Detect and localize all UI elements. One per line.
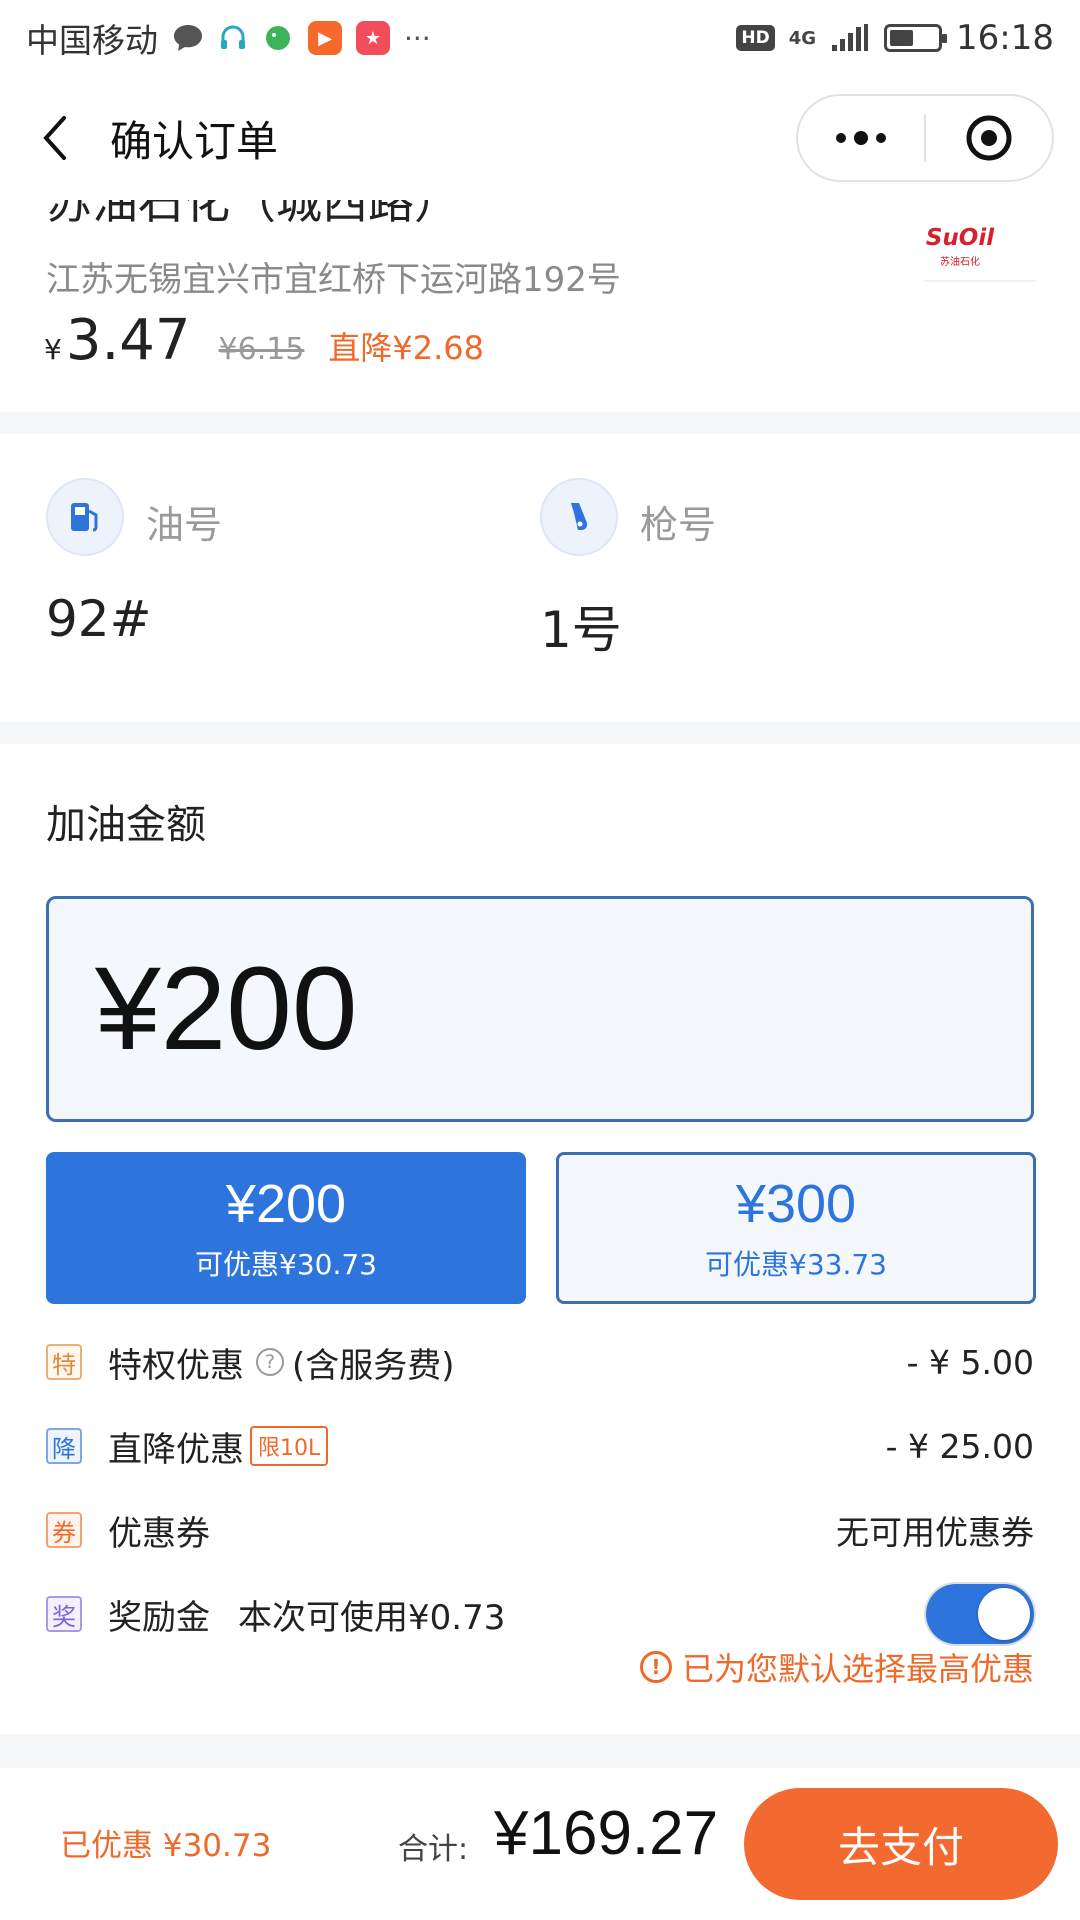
- coupon-value: 无可用优惠券: [836, 1513, 1034, 1552]
- direct-discount-row: 降 直降优惠 限10L - ¥ 25.00: [46, 1416, 1034, 1476]
- pay-button[interactable]: 去支付: [744, 1788, 1058, 1900]
- video-app-icon: ▶: [308, 21, 342, 55]
- amount-option-discount: 可优惠¥33.73: [705, 1248, 887, 1281]
- reward-toggle[interactable]: [926, 1584, 1034, 1644]
- more-dots-icon: [836, 131, 886, 145]
- network-type: 4G: [788, 27, 817, 49]
- original-price: ¥6.15: [218, 332, 305, 367]
- amount-input-value: ¥200: [95, 943, 358, 1075]
- nozzle-value: 1号: [540, 601, 622, 659]
- oil-type-selector[interactable]: 油号 92#: [46, 478, 222, 648]
- fuel-nozzle-icon: [540, 478, 618, 556]
- privilege-value: - ¥ 5.00: [906, 1342, 1034, 1382]
- battery-icon: [884, 24, 948, 52]
- best-discount-text: 已为您默认选择最高优惠: [681, 1650, 1034, 1688]
- oil-type-value: 92#: [46, 590, 152, 648]
- toggle-knob: [978, 1588, 1030, 1640]
- hd-badge: HD: [736, 25, 775, 51]
- direct-value: - ¥ 25.00: [885, 1426, 1034, 1466]
- coupon-badge: 券: [46, 1512, 82, 1548]
- coupon-label: 优惠券: [108, 1513, 210, 1554]
- back-button[interactable]: [0, 76, 110, 200]
- logo-text: SuOil: [925, 224, 995, 251]
- page-title: 确认订单: [110, 116, 279, 166]
- clock: 16:18: [956, 18, 1054, 58]
- current-price: 3.47: [65, 308, 191, 373]
- carrier-name: 中国移动: [26, 21, 158, 60]
- checkout-bar: 已优惠 ¥30.73 合计: ¥169.27 去支付: [0, 1768, 1080, 1920]
- logo-subtext: 苏油石化: [940, 256, 980, 268]
- direct-label: 直降优惠: [108, 1429, 244, 1470]
- battery-level: [890, 30, 914, 46]
- reward-row: 奖 奖励金 本次可使用¥0.73: [46, 1584, 1034, 1644]
- shopping-app-icon: ★: [356, 21, 390, 55]
- help-icon[interactable]: ?: [256, 1348, 284, 1376]
- more-notifications-icon: ···: [404, 21, 431, 55]
- amount-card: 加油金额 ¥200 ¥200 可优惠¥30.73 ¥300 可优惠¥33.73 …: [0, 744, 1080, 1734]
- target-close-icon: [966, 115, 1012, 161]
- amount-input[interactable]: ¥200: [46, 896, 1034, 1122]
- info-icon: !: [639, 1651, 672, 1683]
- amount-option-discount: 可优惠¥30.73: [195, 1248, 377, 1281]
- price-row: ¥ 3.47 ¥6.15 直降¥2.68: [44, 308, 484, 373]
- confirm-order-page: 中国移动 ▶ ★ ··· HD 4G 16:18 确认订单 苏油石化（城西路） …: [0, 0, 1080, 1920]
- close-mini-program-button[interactable]: [926, 96, 1052, 180]
- reward-label: 奖励金: [108, 1597, 210, 1638]
- status-right: HD 4G 16:18: [736, 18, 1054, 58]
- station-name: 苏油石化（城西路）: [46, 200, 460, 229]
- message-icon: [174, 25, 202, 51]
- nav-bar: 确认订单: [0, 76, 1080, 200]
- fuel-selection-card: 油号 92# 枪号 1号: [0, 434, 1080, 722]
- amount-title: 加油金额: [46, 802, 206, 848]
- amount-option-value: ¥300: [735, 1174, 857, 1234]
- mini-program-capsule: [796, 94, 1054, 182]
- amount-option-200[interactable]: ¥200 可优惠¥30.73: [46, 1152, 526, 1304]
- privilege-badge: 特: [46, 1344, 82, 1380]
- total-label: 合计:: [398, 1832, 469, 1867]
- saved-amount: 已优惠 ¥30.73: [60, 1828, 272, 1864]
- oil-type-label: 油号: [146, 503, 223, 547]
- dinosaur-icon: [266, 26, 290, 50]
- station-card: 苏油石化（城西路） SuOil 苏油石化 江苏无锡宜兴市宜红桥下运河路192号 …: [0, 200, 1080, 412]
- privilege-discount-row: 特 特权优惠 ? (含服务费) - ¥ 5.00: [46, 1332, 1034, 1392]
- nozzle-selector[interactable]: 枪号 1号: [540, 478, 716, 659]
- privilege-note: (含服务费): [292, 1345, 455, 1386]
- station-address: 江苏无锡宜兴市宜红桥下运河路192号: [46, 260, 621, 300]
- chevron-left-icon: [43, 116, 66, 160]
- price-reduction: 直降¥2.68: [328, 329, 485, 367]
- price-currency: ¥: [44, 333, 62, 366]
- signal-icon: [832, 24, 869, 51]
- amount-option-value: ¥200: [225, 1174, 347, 1234]
- total-value: ¥169.27: [494, 1799, 719, 1868]
- reward-badge: 奖: [46, 1596, 82, 1632]
- privilege-label: 特权优惠: [108, 1345, 244, 1386]
- direct-badge: 降: [46, 1428, 82, 1464]
- reward-note: 本次可使用¥0.73: [238, 1597, 506, 1638]
- limit-tag: 限10L: [250, 1426, 329, 1466]
- more-menu-button[interactable]: [798, 96, 924, 180]
- headset-icon: [221, 25, 245, 49]
- amount-option-300[interactable]: ¥300 可优惠¥33.73: [556, 1152, 1036, 1304]
- coupon-row[interactable]: 券 优惠券 无可用优惠券: [46, 1500, 1034, 1560]
- logo-divider: [924, 280, 1036, 282]
- nozzle-label: 枪号: [640, 503, 717, 547]
- status-bar: 中国移动 ▶ ★ ··· HD 4G 16:18: [0, 0, 1080, 76]
- fuel-pump-icon: [46, 478, 124, 556]
- station-logo: SuOil 苏油石化: [912, 206, 1008, 286]
- status-left: 中国移动 ▶ ★ ···: [26, 14, 431, 62]
- best-discount-tip: ! 已为您默认选择最高优惠: [639, 1644, 1034, 1690]
